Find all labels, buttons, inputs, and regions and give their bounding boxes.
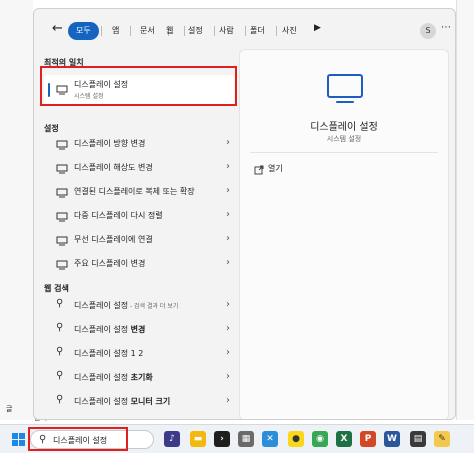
monitor-icon [56,212,68,222]
chevron-right-icon: › [226,137,230,148]
search-icon: ⚲ [56,298,64,309]
monitor-icon [56,188,68,198]
chrome-icon[interactable]: ◉ [312,431,328,447]
chevron-right-icon: › [226,209,230,220]
web-search-item[interactable]: ⚲ 디스플레이 설정 모니터 크기 › [44,391,234,413]
settings-item-label: 연결된 디스플레이로 복제 또는 확장 [74,187,195,196]
chevron-right-icon: › [226,185,230,196]
section-header-web-search: 웹 검색 [44,284,69,293]
more-options-icon[interactable]: ⋯ [441,22,451,33]
web-search-item[interactable]: ⚲ 디스플레이 설정 1 2 › [44,343,234,365]
notes-icon[interactable]: ✎ [434,431,450,447]
kakaotalk-icon[interactable]: ● [288,431,304,447]
chevron-right-icon: › [226,233,230,244]
divider [130,26,131,36]
preview-subtitle: 시스템 설정 [326,135,362,143]
search-icon: ⚲ [56,370,64,381]
divider [250,152,438,153]
settings-item-label: 디스플레이 해상도 변경 [74,163,153,172]
play-more-icon[interactable]: ▶ [314,23,321,33]
app-icon[interactable]: ▦ [238,431,254,447]
highlight-box [28,427,128,451]
back-arrow-icon[interactable]: ← [52,21,63,36]
settings-item[interactable]: 연결된 디스플레이로 복제 또는 확장 › [44,181,234,203]
chevron-right-icon: › [226,299,230,310]
settings-item[interactable]: 다중 디스플레이 다시 정렬 › [44,205,234,227]
filter-tab-folders[interactable]: 폴더 [242,22,273,40]
background-window-right [456,0,474,420]
settings-item[interactable]: 무선 디스플레이에 연결 › [44,229,234,251]
monitor-icon [56,164,68,174]
web-search-label: 디스플레이 설정 변경 [74,325,146,334]
web-search-label: 디스플레이 설정 - 검색 결과 더 보기 [74,301,179,310]
settings-item[interactable]: 디스플레이 방향 변경 › [44,133,234,155]
monitor-icon [56,140,68,150]
filter-tab-web[interactable]: 웹 [158,22,181,40]
preview-title: 디스플레이 설정 [310,122,378,133]
web-search-label: 디스플레이 설정 1 2 [74,349,144,358]
highlight-box [40,66,237,106]
filter-tab-photos[interactable]: 사진 [274,22,305,40]
terminal-icon[interactable]: › [214,431,230,447]
chevron-right-icon: › [226,347,230,358]
chevron-right-icon: › [226,371,230,382]
settings-item-label: 무선 디스플레이에 연결 [74,235,153,244]
monitor-icon [56,260,68,270]
app-icon[interactable]: ♪ [164,431,180,447]
windows-start-icon[interactable] [12,433,25,446]
search-icon: ⚲ [56,346,64,357]
file-explorer-icon[interactable]: ▬ [190,431,206,447]
open-external-icon [254,165,264,175]
search-icon: ⚲ [56,322,64,333]
filter-tab-apps[interactable]: 앱 [104,22,127,40]
chevron-right-icon: › [226,395,230,406]
avatar[interactable]: S [420,23,436,39]
settings-item-label: 주요 디스플레이 변경 [74,259,146,268]
powerpoint-icon[interactable]: P [360,431,376,447]
settings-item-label: 디스플레이 방향 변경 [74,139,146,148]
divider [101,26,102,36]
filter-tab-people[interactable]: 사람 [211,22,242,40]
word-icon[interactable]: W [384,431,400,447]
monitor-stand [336,101,354,103]
web-search-item[interactable]: ⚲ 디스플레이 설정 변경 › [44,319,234,341]
chevron-right-icon: › [226,161,230,172]
vscode-icon[interactable]: ✕ [262,431,278,447]
preview-pane: 디스플레이 설정 시스템 설정 열기 [239,49,449,419]
web-search-label: 디스플레이 설정 모니터 크기 [74,397,171,406]
settings-item-label: 다중 디스플레이 다시 정렬 [74,211,163,220]
open-action[interactable]: 열기 [268,163,283,174]
monitor-icon [327,74,363,98]
search-icon: ⚲ [56,394,64,405]
search-filter-bar: ← 모두 앱 문서 웹 설정 사람 폴더 사진 ▶ S ⋯ [34,9,455,49]
filter-tab-settings[interactable]: 설정 [180,22,211,40]
settings-item[interactable]: 디스플레이 해상도 변경 › [44,157,234,179]
chevron-right-icon: › [226,323,230,334]
monitor-icon [56,236,68,246]
excel-icon[interactable]: X [336,431,352,447]
filter-tab-all[interactable]: 모두 [68,22,99,40]
background-window-left [0,0,33,420]
chevron-right-icon: › [226,257,230,268]
background-text: 글 [6,405,13,413]
web-search-item[interactable]: ⚲ 디스플레이 설정 - 검색 결과 더 보기 › [44,295,234,317]
web-search-item[interactable]: ⚲ 디스플레이 설정 초기화 › [44,367,234,389]
app-icon[interactable]: ▤ [410,431,426,447]
web-search-label: 디스플레이 설정 초기화 [74,373,153,382]
settings-item[interactable]: 주요 디스플레이 변경 › [44,253,234,275]
